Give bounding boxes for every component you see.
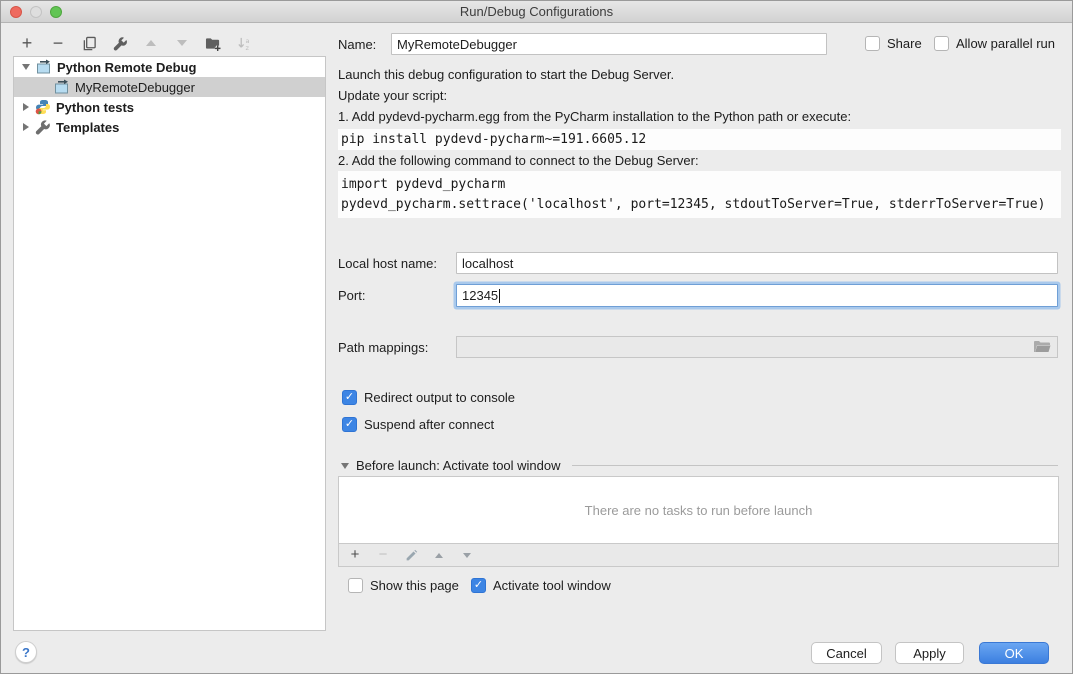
before-launch-task-list[interactable]: There are no tasks to run before launch bbox=[338, 476, 1059, 544]
before-launch-toolbar: + − bbox=[338, 544, 1059, 567]
help-button[interactable]: ? bbox=[15, 641, 37, 663]
move-task-down-icon bbox=[460, 548, 474, 562]
name-label: Name: bbox=[338, 37, 376, 52]
redirect-output-checkbox[interactable]: ✓ Redirect output to console bbox=[342, 390, 515, 405]
add-icon[interactable]: + bbox=[18, 34, 36, 52]
new-folder-icon[interactable] bbox=[204, 34, 222, 52]
before-launch-title: Before launch: Activate tool window bbox=[356, 458, 561, 473]
tree-item-templates[interactable]: Templates bbox=[14, 117, 325, 137]
instruction-step-2: 2. Add the following command to connect … bbox=[338, 153, 699, 168]
browse-folder-icon[interactable] bbox=[1033, 340, 1051, 354]
local-host-name-label: Local host name: bbox=[338, 256, 437, 271]
svg-text:z: z bbox=[245, 44, 249, 51]
remove-task-icon: − bbox=[376, 548, 390, 562]
share-label: Share bbox=[887, 36, 922, 51]
run-debug-configurations-dialog: Run/Debug Configurations + − bbox=[0, 0, 1073, 674]
allow-parallel-run-checkbox[interactable]: Allow parallel run bbox=[934, 36, 1055, 51]
remote-debug-config-icon bbox=[36, 59, 52, 75]
instruction-line-1: Launch this debug configuration to start… bbox=[338, 67, 674, 82]
tree-item-myremotedebugger[interactable]: MyRemoteDebugger bbox=[14, 77, 325, 97]
cancel-button[interactable]: Cancel bbox=[811, 642, 882, 664]
configurations-toolbar: + − a z bbox=[18, 32, 253, 54]
checkbox-checked-icon[interactable]: ✓ bbox=[342, 390, 357, 405]
divider bbox=[572, 465, 1058, 466]
instruction-line-2: Update your script: bbox=[338, 88, 447, 103]
code-line-2: pydevd_pycharm.settrace('localhost', por… bbox=[341, 195, 1061, 215]
before-launch-header[interactable]: Before launch: Activate tool window bbox=[341, 458, 1058, 473]
activate-tool-window-checkbox[interactable]: ✓ Activate tool window bbox=[471, 578, 611, 593]
ok-button[interactable]: OK bbox=[979, 642, 1049, 664]
copy-icon[interactable] bbox=[80, 34, 98, 52]
tree-item-python-tests[interactable]: Python tests bbox=[14, 97, 325, 117]
wrench-icon bbox=[35, 119, 51, 135]
path-mappings-label: Path mappings: bbox=[338, 340, 428, 355]
path-mappings-input[interactable] bbox=[456, 336, 1058, 358]
checkbox-unchecked-icon[interactable] bbox=[865, 36, 880, 51]
edit-defaults-wrench-icon[interactable] bbox=[111, 34, 129, 52]
remove-icon[interactable]: − bbox=[49, 34, 67, 52]
chevron-collapsed-icon[interactable] bbox=[23, 103, 29, 111]
sort-alphabetically-icon: a z bbox=[235, 34, 253, 52]
chevron-expanded-icon[interactable] bbox=[22, 64, 30, 70]
code-line-1: import pydevd_pycharm bbox=[341, 175, 1061, 195]
allow-parallel-run-label: Allow parallel run bbox=[956, 36, 1055, 51]
checkbox-unchecked-icon[interactable] bbox=[348, 578, 363, 593]
tree-item-python-remote-debug[interactable]: Python Remote Debug bbox=[14, 57, 325, 77]
checkbox-checked-icon[interactable]: ✓ bbox=[342, 417, 357, 432]
tree-item-label: Python Remote Debug bbox=[57, 60, 196, 75]
redirect-output-label: Redirect output to console bbox=[364, 390, 515, 405]
port-input[interactable]: 12345 bbox=[456, 284, 1058, 307]
chevron-collapsed-icon[interactable] bbox=[23, 123, 29, 131]
question-mark-icon: ? bbox=[22, 645, 30, 660]
move-up-icon bbox=[142, 34, 160, 52]
checkbox-checked-icon[interactable]: ✓ bbox=[471, 578, 486, 593]
move-down-icon bbox=[173, 34, 191, 52]
apply-button[interactable]: Apply bbox=[895, 642, 964, 664]
text-cursor bbox=[499, 289, 500, 303]
instruction-step-1: 1. Add pydevd-pycharm.egg from the PyCha… bbox=[338, 109, 851, 124]
tree-item-label: Python tests bbox=[56, 100, 134, 115]
window-title: Run/Debug Configurations bbox=[1, 4, 1072, 19]
title-bar: Run/Debug Configurations bbox=[1, 1, 1072, 23]
chevron-expanded-icon[interactable] bbox=[341, 463, 349, 469]
tree-item-label: MyRemoteDebugger bbox=[75, 80, 195, 95]
activate-tool-window-label: Activate tool window bbox=[493, 578, 611, 593]
empty-tasks-text: There are no tasks to run before launch bbox=[585, 503, 813, 518]
python-tests-icon bbox=[35, 99, 51, 115]
pip-install-command: pip install pydevd-pycharm~=191.6605.12 bbox=[338, 129, 1061, 150]
show-this-page-checkbox[interactable]: Show this page bbox=[348, 578, 459, 593]
move-task-up-icon bbox=[432, 548, 446, 562]
local-host-name-input[interactable] bbox=[456, 252, 1058, 274]
port-value: 12345 bbox=[462, 288, 498, 303]
share-checkbox[interactable]: Share bbox=[865, 36, 922, 51]
show-this-page-label: Show this page bbox=[370, 578, 459, 593]
add-task-icon[interactable]: + bbox=[348, 548, 362, 562]
checkbox-unchecked-icon[interactable] bbox=[934, 36, 949, 51]
settrace-code-block: import pydevd_pycharm pydevd_pycharm.set… bbox=[338, 171, 1061, 218]
edit-task-pencil-icon bbox=[404, 548, 418, 562]
remote-debug-config-icon bbox=[54, 79, 70, 95]
suspend-after-connect-checkbox[interactable]: ✓ Suspend after connect bbox=[342, 417, 494, 432]
configurations-tree: Python Remote Debug MyRemoteDebugger Pyt… bbox=[13, 56, 326, 631]
suspend-after-connect-label: Suspend after connect bbox=[364, 417, 494, 432]
name-input[interactable] bbox=[391, 33, 827, 55]
port-label: Port: bbox=[338, 288, 365, 303]
tree-item-label: Templates bbox=[56, 120, 119, 135]
